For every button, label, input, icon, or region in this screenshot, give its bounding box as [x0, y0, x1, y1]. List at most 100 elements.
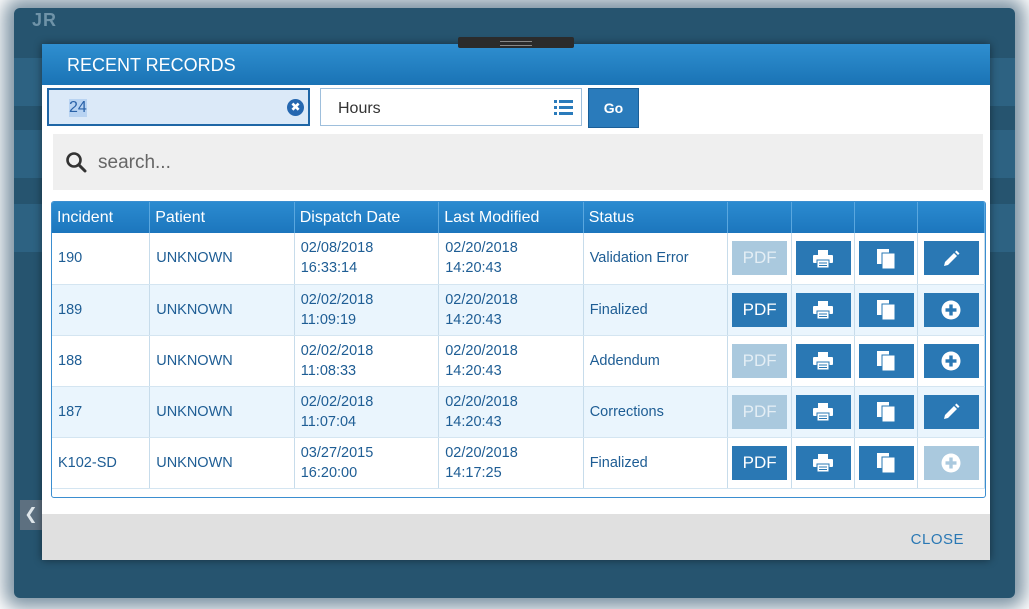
printer-icon: [813, 248, 834, 269]
last-modified-cell: 02/20/2018 14:20:43: [438, 233, 584, 285]
print-button[interactable]: [795, 445, 851, 480]
edit-button[interactable]: [923, 241, 979, 276]
modified-date: 02/20/2018: [445, 393, 518, 410]
table-header-row: Incident Patient Dispatch Date Last Modi…: [52, 202, 985, 233]
status-cell: Validation Error: [583, 233, 729, 285]
modal-drag-handle[interactable]: [458, 37, 574, 48]
pdf-button[interactable]: PDF: [732, 445, 788, 480]
pdf-button: PDF: [732, 394, 788, 429]
printer-icon: [813, 300, 834, 320]
print-cell: [791, 233, 856, 285]
column-header-pdf: [727, 202, 793, 233]
add-button: [923, 445, 979, 480]
add-button[interactable]: [923, 292, 979, 327]
printer-icon: [813, 402, 834, 422]
table-row[interactable]: 189 UNKNOWN 02/02/2018 11:09:19 02/20/2018 14…: [52, 284, 985, 336]
copy-icon: [877, 248, 896, 270]
modified-time: 14:20:43: [445, 311, 502, 328]
printer-icon: [813, 351, 834, 371]
incident-cell: 190: [52, 233, 151, 285]
status-cell: Addendum: [583, 335, 729, 387]
modified-time: 14:20:43: [445, 260, 502, 277]
plus-circle-icon: [941, 453, 961, 473]
pdf-cell: PDF: [727, 335, 793, 387]
last-modified-cell: 02/20/2018 14:20:43: [438, 335, 584, 387]
print-button[interactable]: [795, 394, 851, 429]
dispatch-time: 16:33:14: [300, 260, 358, 277]
patient-cell: UNKNOWN: [149, 437, 295, 489]
table-row[interactable]: 187 UNKNOWN 02/02/2018 11:07:04 02/20/2018 14…: [52, 386, 985, 438]
column-header-action: [917, 202, 985, 233]
print-cell: [791, 284, 856, 336]
pdf-cell: PDF: [727, 233, 793, 285]
go-button[interactable]: Go: [588, 88, 639, 128]
copy-cell: [854, 284, 919, 336]
modified-date: 02/20/2018: [445, 240, 518, 257]
copy-cell: [854, 335, 919, 387]
dispatch-date: 02/02/2018: [300, 342, 374, 359]
column-header-last-modified[interactable]: Last Modified: [438, 202, 584, 233]
status-cell: Finalized: [583, 437, 729, 489]
print-button[interactable]: [795, 241, 851, 276]
dispatch-date-cell: 02/02/2018 11:07:04: [294, 386, 440, 438]
modified-time: 14:20:43: [445, 413, 502, 430]
pdf-button: PDF: [732, 241, 788, 276]
dispatch-date: 02/02/2018: [300, 393, 374, 410]
time-amount-input[interactable]: 24 ✖: [47, 88, 310, 126]
copy-icon: [877, 351, 896, 372]
copy-button[interactable]: [858, 445, 914, 480]
table-row[interactable]: 190 UNKNOWN 02/08/2018 16:33:14 02/20/2018 14…: [52, 233, 985, 285]
copy-button[interactable]: [858, 343, 914, 378]
print-cell: [791, 437, 856, 489]
recent-records-modal: RECENT RECORDS 24 ✖ Hours Go search... I…: [42, 44, 990, 560]
column-header-incident[interactable]: Incident: [52, 202, 151, 233]
copy-icon: [877, 453, 896, 474]
copy-button[interactable]: [858, 292, 914, 327]
modified-time: 14:20:43: [445, 362, 502, 379]
clear-icon[interactable]: ✖: [287, 99, 304, 116]
column-header-print: [791, 202, 856, 233]
pdf-cell: PDF: [727, 284, 793, 336]
copy-button[interactable]: [858, 241, 914, 276]
action-cell: [917, 335, 985, 387]
incident-cell: 187: [52, 386, 151, 438]
time-unit-select[interactable]: Hours: [320, 88, 582, 126]
list-icon[interactable]: [554, 100, 573, 115]
table-row[interactable]: K102-SD UNKNOWN 03/27/2015 16:20:00 02/20/20…: [52, 437, 985, 489]
add-button[interactable]: [923, 343, 979, 378]
dispatch-date-cell: 02/02/2018 11:08:33: [294, 335, 440, 387]
time-unit-value: Hours: [338, 100, 381, 117]
column-header-status[interactable]: Status: [583, 202, 729, 233]
search-input[interactable]: [98, 150, 698, 176]
action-cell: [917, 233, 985, 285]
edit-button[interactable]: [923, 394, 979, 429]
print-button[interactable]: [795, 292, 851, 327]
close-button[interactable]: CLOSE: [911, 531, 964, 548]
dispatch-date-cell: 02/02/2018 11:09:19: [294, 284, 440, 336]
action-cell: [917, 437, 985, 489]
modified-date: 02/20/2018: [445, 444, 518, 461]
chevron-left-icon: ❮: [20, 500, 42, 530]
pdf-button[interactable]: PDF: [732, 292, 788, 327]
copy-cell: [854, 437, 919, 489]
column-header-copy: [854, 202, 919, 233]
dispatch-date: 02/08/2018: [300, 240, 374, 257]
time-amount-value[interactable]: 24: [69, 99, 87, 117]
dispatch-date-cell: 03/27/2015 16:20:00: [294, 437, 440, 489]
print-cell: [791, 335, 856, 387]
plus-circle-icon: [941, 300, 961, 320]
dispatch-date: 02/02/2018: [300, 291, 374, 308]
column-header-dispatch-date[interactable]: Dispatch Date: [294, 202, 440, 233]
dispatch-date-cell: 02/08/2018 16:33:14: [294, 233, 440, 285]
table-row[interactable]: 188 UNKNOWN 02/02/2018 11:08:33 02/20/2018 14…: [52, 335, 985, 387]
incident-cell: K102-SD: [52, 437, 151, 489]
print-button[interactable]: [795, 343, 851, 378]
search-bar: [53, 134, 983, 190]
pdf-cell: PDF: [727, 386, 793, 438]
copy-icon: [877, 402, 896, 423]
copy-button[interactable]: [858, 394, 914, 429]
incident-cell: 188: [52, 335, 151, 387]
column-header-patient[interactable]: Patient: [149, 202, 295, 233]
dispatch-time: 11:08:33: [300, 362, 357, 379]
filter-row: 24 ✖ Hours Go: [42, 85, 990, 129]
